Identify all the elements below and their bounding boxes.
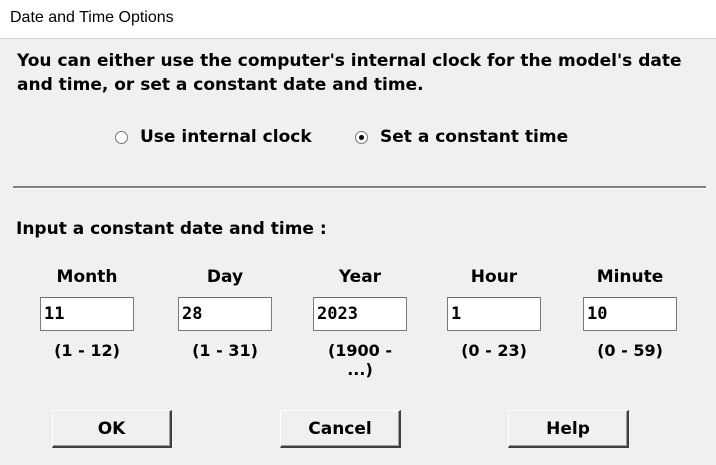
intro-text: You can either use the computer's intern… xyxy=(17,51,682,95)
dialog-body: You can either use the computer's intern… xyxy=(5,39,711,459)
minute-input[interactable] xyxy=(583,297,677,331)
year-input[interactable] xyxy=(313,297,407,331)
radio-label: Use internal clock xyxy=(140,127,312,147)
divider xyxy=(13,186,706,189)
field-range: (1900 - ...) xyxy=(327,341,393,379)
field-range: (0 - 23) xyxy=(461,341,527,360)
cancel-button[interactable]: Cancel xyxy=(280,410,401,448)
radio-set-constant-time[interactable]: Set a constant time xyxy=(355,127,568,147)
field-range: (1 - 31) xyxy=(192,341,258,360)
hour-input[interactable] xyxy=(447,297,541,331)
field-range: (0 - 59) xyxy=(597,341,663,360)
minute-field-group: Minute (0 - 59) xyxy=(583,267,677,360)
radio-unchecked-icon xyxy=(115,130,128,144)
field-label: Month xyxy=(56,267,118,287)
window-title: Date and Time Options xyxy=(10,9,174,26)
title-bar: Date and Time Options xyxy=(0,0,716,39)
year-field-group: Year (1900 - ...) xyxy=(313,267,407,379)
field-label: Year xyxy=(338,267,382,287)
radio-use-internal-clock[interactable]: Use internal clock xyxy=(115,127,312,147)
radio-label: Set a constant time xyxy=(380,127,569,147)
month-input[interactable] xyxy=(40,297,134,331)
day-field-group: Day (1 - 31) xyxy=(178,267,272,360)
mode-radio-group: Use internal clock Set a constant time xyxy=(5,127,711,151)
field-label: Day xyxy=(206,267,244,287)
field-range: (1 - 12) xyxy=(54,341,120,360)
help-button[interactable]: Help xyxy=(508,410,629,448)
day-input[interactable] xyxy=(178,297,272,331)
ok-button[interactable]: OK xyxy=(52,410,172,448)
section-label: Input a constant date and time : xyxy=(16,219,327,239)
month-field-group: Month (1 - 12) xyxy=(40,267,134,360)
field-label: Minute xyxy=(596,267,664,287)
hour-field-group: Hour (0 - 23) xyxy=(447,267,541,360)
field-label: Hour xyxy=(470,267,518,287)
radio-checked-icon xyxy=(355,130,368,144)
